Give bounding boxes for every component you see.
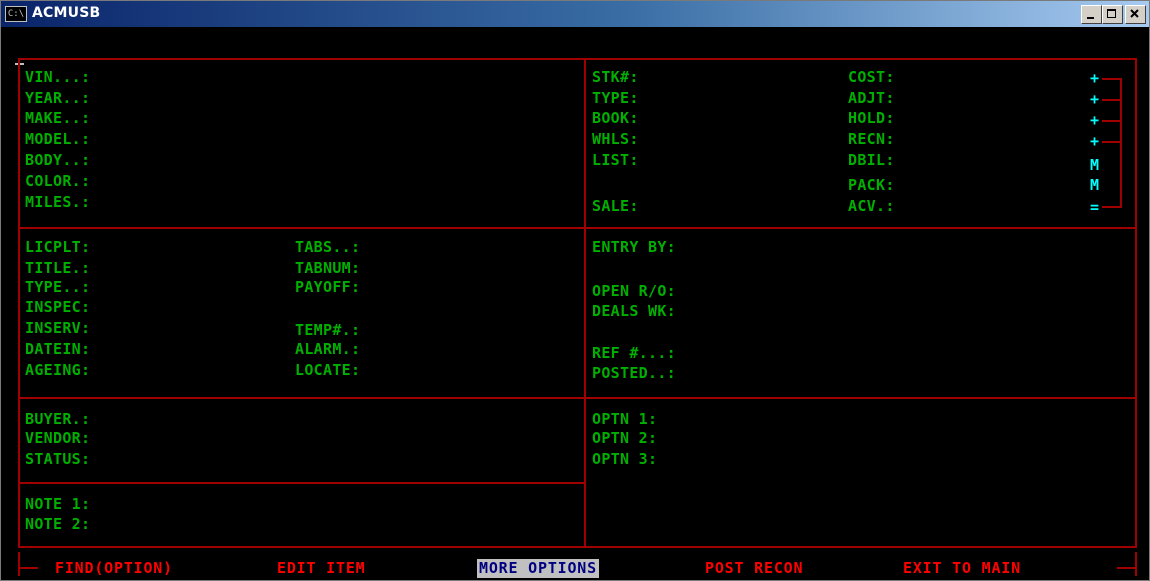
cost-label: COST: [848,68,895,86]
marker-plus-4: + [1090,132,1100,150]
menu-right-tick [1117,567,1137,569]
title-bar[interactable]: C:\ ACMUSB [1,1,1149,27]
marker-equals: = [1090,198,1100,216]
menu-right-bracket [1135,552,1137,576]
body-label: BODY..: [25,151,91,169]
menu-left-tick [18,567,38,569]
marker-bracket [1120,78,1122,208]
list-label: LIST: [592,151,639,169]
open-ro-label: OPEN R/O: [592,282,676,300]
row-divider-3 [18,482,586,484]
year-label: YEAR..: [25,89,91,107]
vin-label: VIN...: [25,68,91,86]
buyer-label: BUYER.: [25,410,91,428]
optn1-label: OPTN 1: [592,410,658,428]
adjt-label: ADJT: [848,89,895,107]
marker-plus-2: + [1090,90,1100,108]
marker-tick-2 [1102,99,1122,101]
pack-label: PACK: [848,176,895,194]
marker-tick-1 [1102,78,1122,80]
marker-plus-3: + [1090,111,1100,129]
optn3-label: OPTN 3: [592,450,658,468]
close-icon [1130,9,1139,18]
frame-bottom-border [18,546,1137,548]
acv-label: ACV.: [848,197,895,215]
marker-tick-5 [1102,206,1122,208]
miles-label: MILES.: [25,193,91,211]
post-recon-menu-item[interactable]: POST RECON [705,559,803,578]
stk-label: STK#: [592,68,639,86]
temp-label: TEMP#.: [295,321,361,339]
marker-tick-4 [1102,141,1122,143]
ageing-label: AGEING: [25,361,91,379]
payoff-label: PAYOFF: [295,278,361,296]
note2-label: NOTE 2: [25,515,91,533]
datein-label: DATEIN: [25,340,91,358]
exit-to-main-menu-item[interactable]: EXIT TO MAIN [903,559,1021,578]
model-label: MODEL.: [25,130,91,148]
inspec-label: INSPEC: [25,298,91,316]
tabnum-label: TABNUM: [295,259,361,277]
close-button[interactable] [1125,5,1146,24]
type-label: TYPE: [592,89,639,107]
hold-label: HOLD: [848,109,895,127]
marker-m-1: M [1090,156,1100,174]
frame-left-border [18,58,20,548]
marker-m-2: M [1090,176,1100,194]
column-divider [584,58,586,548]
entry-by-label: ENTRY BY: [592,238,676,256]
edit-item-menu-item[interactable]: EDIT ITEM [277,559,365,578]
note1-label: NOTE 1: [25,495,91,513]
dbil-label: DBIL: [848,151,895,169]
tabs-label: TABS..: [295,238,361,256]
make-label: MAKE..: [25,109,91,127]
marker-plus-1: + [1090,69,1100,87]
window-title: ACMUSB [32,5,101,21]
frame-right-border [1135,58,1137,548]
sale-label: SALE: [592,197,639,215]
book-label: BOOK: [592,109,639,127]
locate-label: LOCATE: [295,361,361,379]
maximize-icon [1107,9,1116,18]
ref-label: REF #...: [592,344,676,362]
reg-type-label: TYPE..: [25,278,91,296]
optn2-label: OPTN 2: [592,429,658,447]
status-label: STATUS: [25,450,91,468]
minimize-button[interactable] [1081,5,1102,24]
frame-top-border [18,58,1137,60]
maximize-button[interactable] [1102,5,1123,24]
marker-tick-3 [1102,120,1122,122]
find-option-menu-item[interactable]: FIND(OPTION) [55,559,173,578]
minimize-icon [1087,17,1094,19]
more-options-menu-item[interactable]: MORE OPTIONS [477,559,599,578]
alarm-label: ALARM.: [295,340,361,358]
row-divider-1 [18,227,1137,229]
whls-label: WHLS: [592,130,639,148]
vendor-label: VENDOR: [25,429,91,447]
console-window: C:\ ACMUSB VIN...: YEAR..: MAKE..: MODEL… [0,0,1150,581]
console-app-icon[interactable]: C:\ [5,6,27,22]
title-label: TITLE.: [25,259,91,277]
row-divider-2 [18,397,1137,399]
color-label: COLOR.: [25,172,91,190]
inserv-label: INSERV: [25,319,91,337]
recn-label: RECN: [848,130,895,148]
menu-left-bracket [18,552,20,576]
console-screen[interactable]: VIN...: YEAR..: MAKE..: MODEL.: BODY..: … [5,30,1143,579]
licplt-label: LICPLT: [25,238,91,256]
posted-label: POSTED..: [592,364,676,382]
deals-wk-label: DEALS WK: [592,302,676,320]
